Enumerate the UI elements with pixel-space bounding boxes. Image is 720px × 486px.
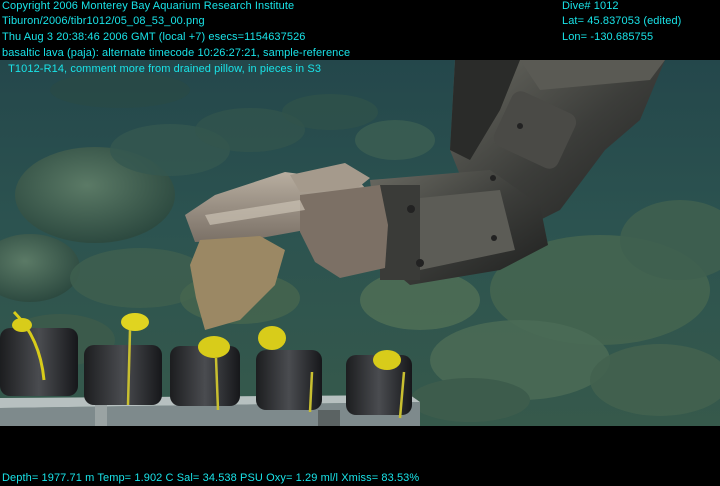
overlay-header-line-3: Thu Aug 3 20:38:46 2006 GMT (local +7) e…	[2, 31, 306, 43]
overlay-header-line-1: Copyright 2006 Monterey Bay Aquarium Res…	[2, 0, 295, 12]
overlay-header-line-5: T1012-R14, comment more from drained pil…	[2, 63, 322, 75]
sensor-footer: Depth= 1977.71 m Temp= 1.902 C Sal= 34.5…	[2, 472, 420, 484]
longitude-readout: Lon= -130.685755	[562, 31, 654, 43]
overlay-header-line-2: Tiburon/2006/tibr1012/05_08_53_00.png	[2, 15, 205, 27]
dive-number: Dive# 1012	[562, 0, 619, 12]
overlay-header-line-4: basaltic lava (paja): alternate timecode…	[2, 47, 351, 59]
latitude-readout: Lat= 45.837053 (edited)	[562, 15, 682, 27]
